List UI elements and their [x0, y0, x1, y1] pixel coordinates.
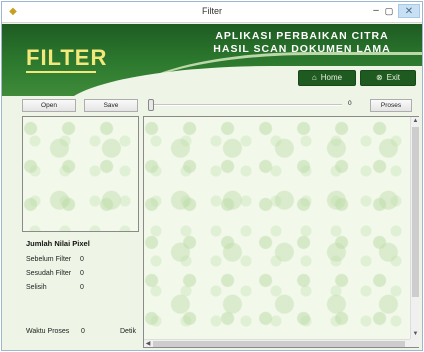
scroll-up-arrow-icon[interactable]: ▲ — [411, 117, 420, 126]
scroll-down-arrow-icon[interactable]: ▼ — [411, 330, 420, 339]
after-filter-label: Sesudah Filter — [26, 270, 72, 277]
scroll-left-arrow-icon[interactable]: ◀ — [144, 340, 152, 348]
open-button[interactable]: Open — [22, 99, 76, 112]
result-image-canvas — [143, 116, 419, 348]
slider-thumb[interactable] — [148, 99, 154, 111]
exit-button-label: Exit — [386, 73, 401, 82]
minimize-button[interactable]: – — [370, 4, 382, 18]
app-window: ◆ Filter – ▢ ✕ FILTER APLIKASI PERBAIKAN… — [1, 1, 423, 351]
save-button[interactable]: Save — [84, 99, 138, 112]
difference-label: Selisih — [26, 284, 47, 291]
close-button[interactable]: ✕ — [398, 4, 420, 18]
vertical-scrollbar[interactable]: ▲ ▼ — [410, 117, 419, 339]
scrollbar-corner — [410, 339, 419, 347]
home-icon: ⌂ — [311, 73, 317, 82]
app-headline: APLIKASI PERBAIKAN CITRA HASIL SCAN DOKU… — [192, 30, 412, 56]
app-logo: FILTER — [26, 45, 108, 70]
difference-value: 0 — [80, 284, 84, 291]
window-title: Filter — [202, 6, 222, 16]
exit-button[interactable]: ⊗ Exit — [360, 70, 416, 86]
after-filter-value: 0 — [80, 270, 84, 277]
exit-icon: ⊗ — [375, 73, 383, 82]
proses-button[interactable]: Proses — [370, 99, 412, 112]
headline-line-1: APLIKASI PERBAIKAN CITRA — [215, 30, 389, 42]
slider-value: 0 — [348, 100, 352, 107]
process-time-value: 0 — [81, 328, 85, 335]
horizontal-scroll-thumb[interactable] — [153, 341, 405, 347]
headline-line-2: HASIL SCAN DOKUMEN LAMA — [213, 43, 391, 55]
process-time-unit: Detik — [120, 328, 136, 335]
slider-track[interactable] — [150, 104, 342, 106]
home-button-label: Home — [320, 73, 343, 82]
vertical-scroll-thumb[interactable] — [412, 127, 419, 297]
title-bar[interactable]: ◆ Filter – ▢ ✕ — [2, 2, 422, 23]
header-banner: FILTER APLIKASI PERBAIKAN CITRA HASIL SC… — [2, 24, 422, 96]
filter-slider[interactable] — [148, 99, 344, 111]
logo-underline — [26, 71, 96, 73]
horizontal-scrollbar[interactable]: ◀ — [144, 339, 410, 347]
home-button[interactable]: ⌂ Home — [298, 70, 356, 86]
before-filter-value: 0 — [80, 256, 84, 263]
pixel-count-title: Jumlah Nilai Pixel — [26, 239, 90, 248]
process-time-label: Waktu Proses — [26, 328, 70, 335]
maximize-button[interactable]: ▢ — [383, 4, 395, 18]
before-filter-label: Sebelum Filter — [26, 256, 72, 263]
original-image-preview — [22, 116, 139, 232]
